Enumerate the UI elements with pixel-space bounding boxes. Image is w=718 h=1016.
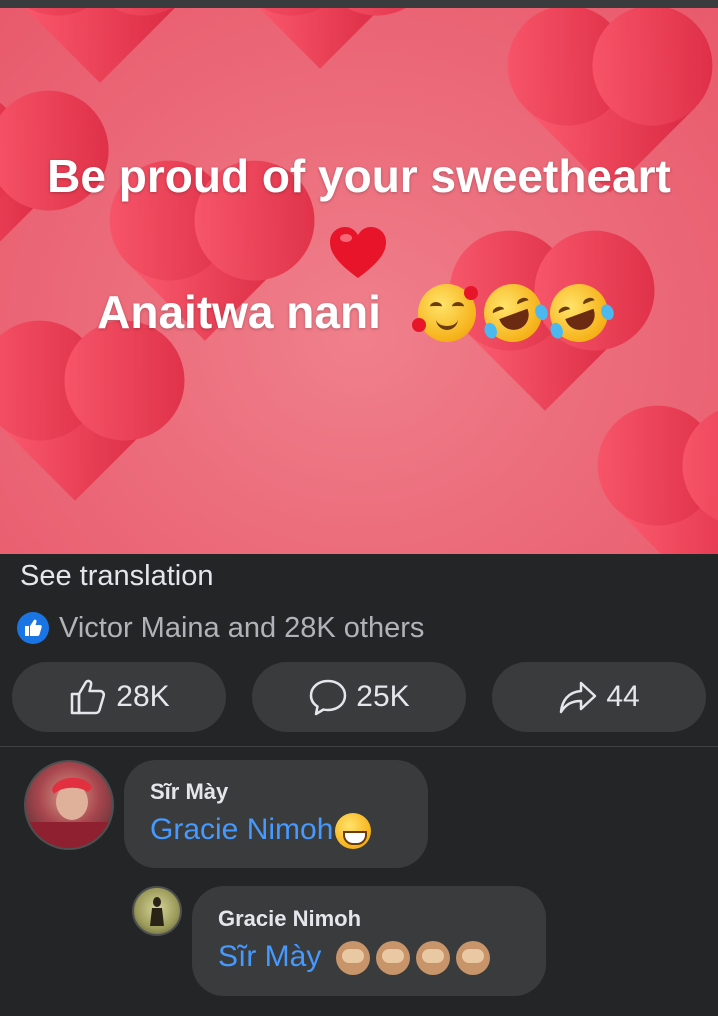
- see-no-evil-monkey-icon: [455, 941, 490, 976]
- comment-icon: [310, 679, 347, 716]
- reply-author[interactable]: Gracie Nimoh: [218, 906, 361, 932]
- heart-decoration: [615, 423, 718, 554]
- red-heart-icon: [330, 227, 386, 278]
- smiling-face-with-hearts-icon: [412, 284, 478, 342]
- reply-mention[interactable]: Sĩr Mày: [218, 940, 490, 976]
- thumbs-up-icon: [71, 679, 106, 715]
- heart-decoration: [0, 345, 153, 501]
- avatar[interactable]: [132, 886, 182, 936]
- share-button[interactable]: 44: [492, 662, 706, 732]
- share-arrow-icon: [560, 681, 597, 714]
- top-bar: [0, 0, 718, 8]
- see-translation-link[interactable]: See translation: [20, 560, 213, 593]
- image-caption-line1: Be proud of your sweetheart: [47, 150, 671, 202]
- heart-decoration: [249, 8, 391, 69]
- comment-button[interactable]: 25K: [252, 662, 466, 732]
- heart-decoration: [15, 8, 185, 83]
- mention-link[interactable]: Gracie Nimoh: [150, 813, 333, 846]
- like-count: 28K: [116, 680, 170, 713]
- share-count: 44: [606, 680, 640, 713]
- reactions-summary[interactable]: Victor Maina and 28K others: [17, 610, 424, 646]
- image-caption-line2-text: Anaitwa nani: [97, 286, 381, 338]
- comment-count: 25K: [356, 680, 410, 713]
- avatar[interactable]: [24, 760, 114, 850]
- like-button[interactable]: 28K: [12, 662, 226, 732]
- see-no-evil-monkey-icon: [415, 941, 450, 976]
- comment-mention[interactable]: Gracie Nimoh: [150, 813, 372, 850]
- see-no-evil-monkey-icon: [375, 941, 410, 976]
- see-no-evil-monkey-icon: [335, 941, 370, 976]
- like-reaction-icon: [17, 612, 49, 644]
- post-image[interactable]: Be proud of your sweetheart Anaitwa nani: [0, 8, 718, 554]
- grinning-face-icon: [335, 813, 372, 850]
- comment-author[interactable]: Sĩr Mày: [150, 779, 228, 805]
- divider: [0, 746, 718, 747]
- mention-link[interactable]: Sĩr Mày: [218, 940, 321, 973]
- reactions-text: Victor Maina and 28K others: [59, 611, 425, 644]
